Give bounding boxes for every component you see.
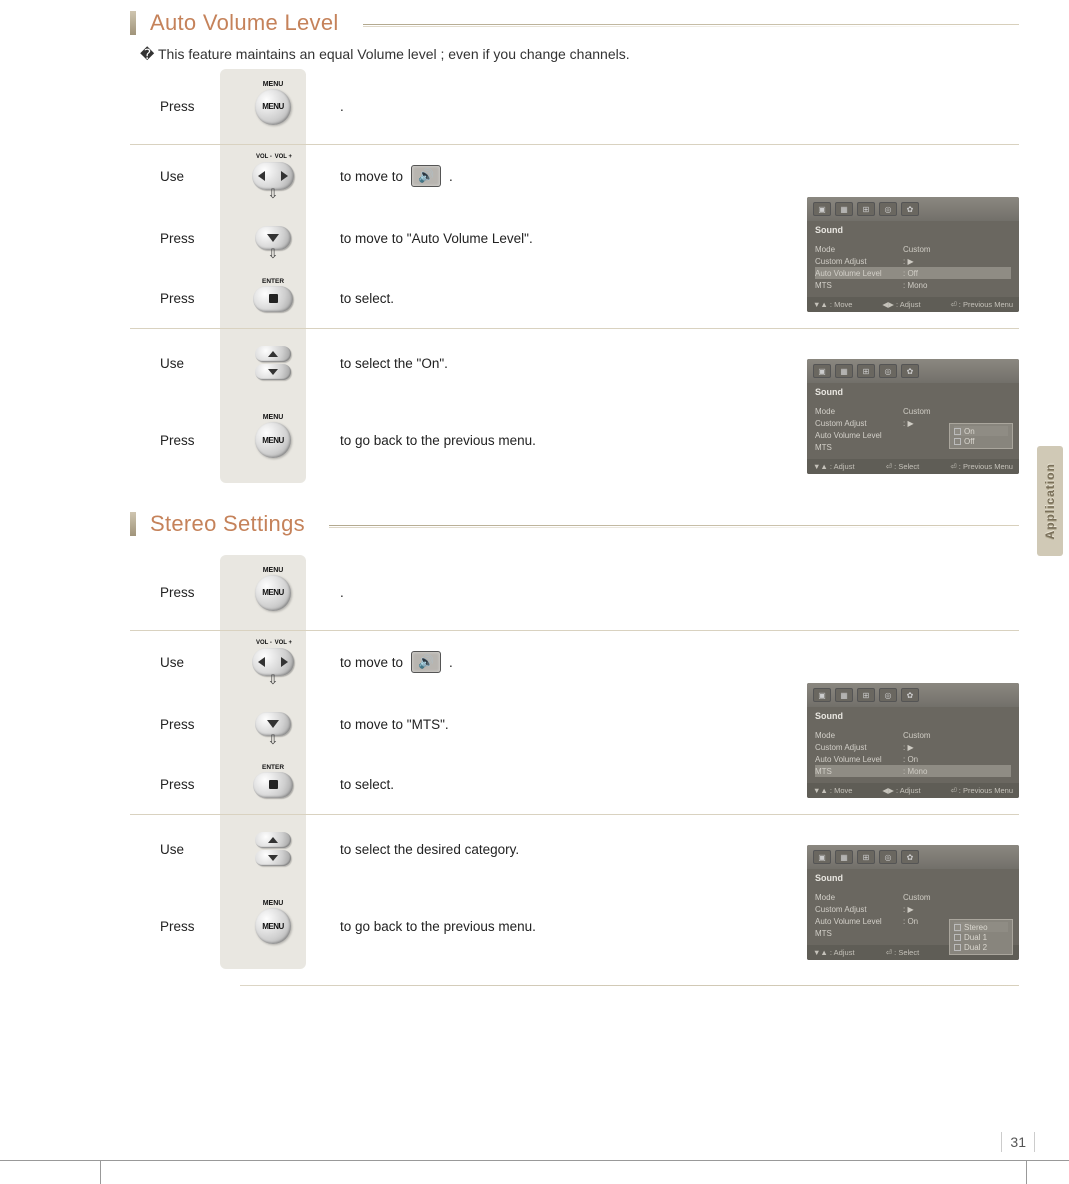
enter-button-icon: ENTER bbox=[253, 286, 293, 312]
menu-button-icon: MENU MENU bbox=[255, 422, 291, 458]
connector-icon: ⇩ bbox=[268, 732, 279, 748]
step-desc: . bbox=[316, 585, 1019, 600]
step-row: Press ⇩ to move to "MTS". bbox=[130, 693, 1019, 755]
section-bar-icon bbox=[130, 11, 136, 35]
square-icon bbox=[269, 780, 278, 789]
step-verb: Use bbox=[130, 356, 230, 371]
rule-icon bbox=[363, 24, 1019, 25]
footer-frame bbox=[0, 1160, 1069, 1184]
step-row: Press MENU MENU to go back to the previo… bbox=[130, 883, 1019, 969]
step-verb: Use bbox=[130, 655, 230, 670]
triangle-up-icon bbox=[268, 837, 278, 843]
step-row: Press MENU MENU . bbox=[130, 69, 1019, 145]
menu-glyph-icon: MENU bbox=[262, 102, 284, 111]
step-verb: Press bbox=[130, 919, 230, 934]
square-icon bbox=[269, 294, 278, 303]
menu-glyph-icon: MENU bbox=[262, 588, 284, 597]
step-verb: Press bbox=[130, 99, 230, 114]
updown-button-icon bbox=[255, 832, 291, 866]
section-header-stereo: Stereo Settings bbox=[130, 511, 1019, 537]
step-desc: to go back to the previous menu. bbox=[316, 919, 1019, 934]
step-row: Press MENU MENU . bbox=[130, 555, 1019, 631]
step-desc: to go back to the previous menu. bbox=[316, 433, 1019, 448]
step-verb: Press bbox=[130, 777, 230, 792]
triangle-left-icon bbox=[258, 657, 265, 667]
step-desc: to select the desired category. bbox=[316, 842, 1019, 857]
menu-button-icon: MENU MENU bbox=[255, 89, 291, 125]
menu-glyph-icon: MENU bbox=[262, 922, 284, 931]
triangle-left-icon bbox=[258, 171, 265, 181]
note-text: � This feature maintains an equal Volume… bbox=[140, 46, 1019, 63]
step-row: Use VOL - VOL + ⇩ to move to 🔊 . bbox=[130, 631, 1019, 693]
step-desc: to move to "MTS". bbox=[316, 717, 1019, 732]
page-number: 31 bbox=[1001, 1132, 1035, 1152]
triangle-down-icon bbox=[267, 234, 279, 242]
section-title: Stereo Settings bbox=[150, 511, 323, 537]
connector-icon: ⇩ bbox=[268, 246, 279, 262]
menu-glyph-icon: MENU bbox=[262, 436, 284, 445]
step-verb: Press bbox=[130, 717, 230, 732]
enter-button-icon: ENTER bbox=[253, 772, 293, 798]
step-desc: . bbox=[316, 99, 1019, 114]
triangle-down-icon bbox=[268, 855, 278, 861]
rule-icon bbox=[329, 525, 1019, 526]
step-desc: to move to 🔊 . bbox=[316, 165, 1019, 187]
triangle-right-icon bbox=[281, 657, 288, 667]
step-desc: to select. bbox=[316, 291, 1019, 306]
sound-menu-icon: 🔊 bbox=[411, 651, 441, 673]
menu-button-icon: MENU MENU bbox=[255, 575, 291, 611]
step-row: Press ⇩ to move to "Auto Volume Level". bbox=[130, 207, 1019, 269]
step-desc: to select the "On". bbox=[316, 356, 1019, 371]
sound-menu-icon: 🔊 bbox=[411, 165, 441, 187]
step-verb: Use bbox=[130, 169, 230, 184]
step-verb: Press bbox=[130, 585, 230, 600]
triangle-up-icon bbox=[268, 351, 278, 357]
bottom-rule-icon bbox=[240, 985, 1019, 986]
step-row: Use to select the "On". bbox=[130, 329, 1019, 397]
steps-avl: ▣ ▦ ⊞ ◎ ✿ Sound ModeCustom Custom Adjust… bbox=[130, 69, 1019, 483]
connector-icon: ⇩ bbox=[268, 186, 279, 202]
menu-button-icon: MENU MENU bbox=[255, 908, 291, 944]
section-header-avl: Auto Volume Level bbox=[130, 10, 1019, 36]
section-title: Auto Volume Level bbox=[150, 10, 357, 36]
step-verb: Press bbox=[130, 291, 230, 306]
step-desc: to move to "Auto Volume Level". bbox=[316, 231, 1019, 246]
section-bar-icon bbox=[130, 512, 136, 536]
step-verb: Press bbox=[130, 231, 230, 246]
updown-button-icon bbox=[255, 346, 291, 380]
step-verb: Use bbox=[130, 842, 230, 857]
step-row: Use VOL - VOL + ⇩ to move to 🔊 . bbox=[130, 145, 1019, 207]
side-tab-label: Application bbox=[1043, 463, 1057, 539]
connector-icon: ⇩ bbox=[268, 672, 279, 688]
step-row: Use to select the desired category. bbox=[130, 815, 1019, 883]
step-row: Press MENU MENU to go back to the previo… bbox=[130, 397, 1019, 483]
step-desc: to select. bbox=[316, 777, 1019, 792]
step-row: Press ENTER to select. bbox=[130, 269, 1019, 329]
step-row: Press ENTER to select. bbox=[130, 755, 1019, 815]
step-desc: to move to 🔊 . bbox=[316, 651, 1019, 673]
side-tab-application: Application bbox=[1037, 446, 1063, 556]
step-verb: Press bbox=[130, 433, 230, 448]
steps-stereo: ▣ ▦ ⊞ ◎ ✿ Sound ModeCustom Custom Adjust… bbox=[130, 555, 1019, 969]
triangle-right-icon bbox=[281, 171, 288, 181]
triangle-down-icon bbox=[267, 720, 279, 728]
triangle-down-icon bbox=[268, 369, 278, 375]
